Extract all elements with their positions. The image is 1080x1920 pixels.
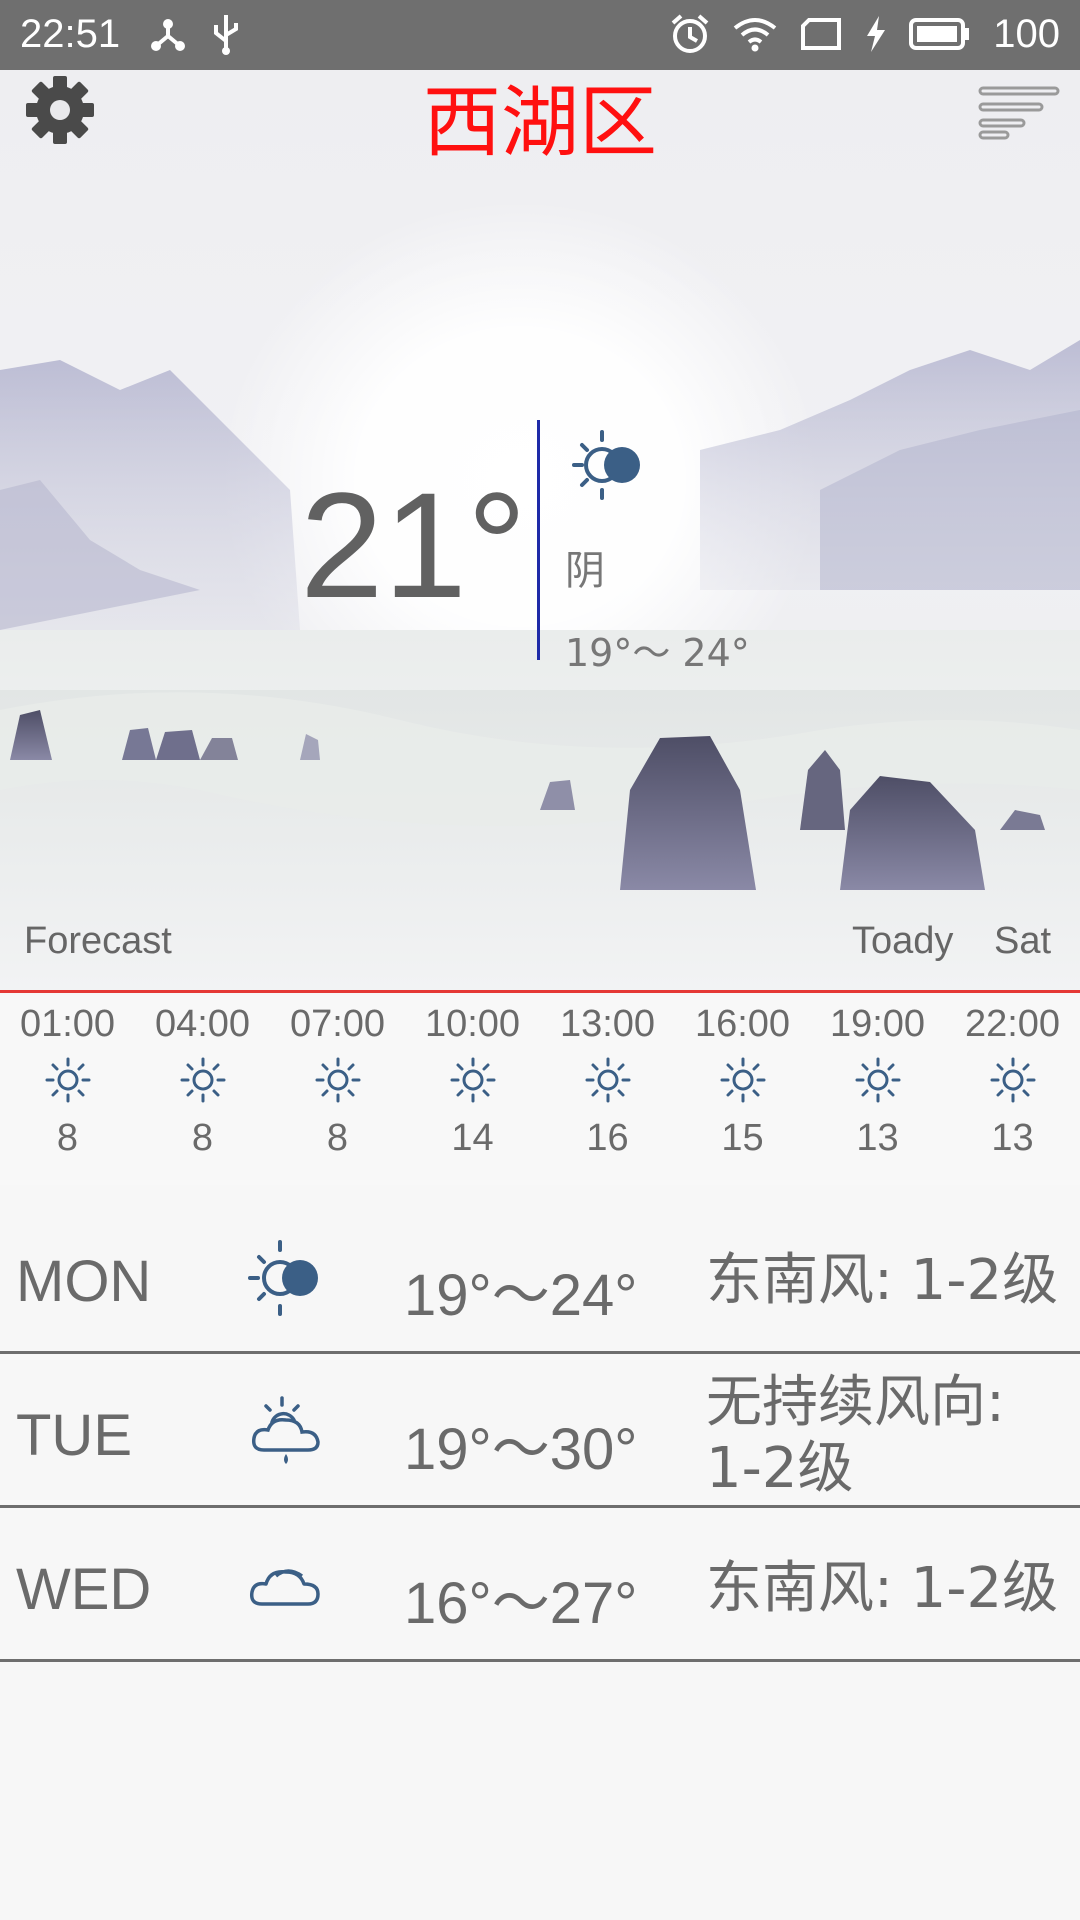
hero-divider	[0, 990, 1080, 993]
sun-icon	[450, 1057, 496, 1103]
sun-cloud-rain-icon	[251, 1396, 320, 1464]
sun-icon	[855, 1057, 901, 1103]
day-wind: 东南风: 1-2级	[706, 1556, 1059, 1621]
hourly-value: 13	[856, 1117, 899, 1159]
hourly-value: 15	[721, 1117, 764, 1159]
hourly-item: 04:00 8	[135, 995, 270, 1185]
battery-icon	[909, 18, 970, 50]
current-divider	[537, 420, 540, 660]
hourly-value: 8	[191, 1117, 214, 1159]
landscape-illustration	[0, 340, 1080, 990]
hourly-value: 8	[56, 1117, 79, 1159]
sun-icon	[990, 1057, 1036, 1103]
hourly-time: 19:00	[829, 1003, 926, 1045]
wifi-icon	[734, 18, 777, 52]
daily-row[interactable]: WED 16°～27° 东南风: 1-2级	[0, 1508, 1080, 1662]
sun-icon	[720, 1057, 766, 1103]
hourly-value: 16	[586, 1117, 629, 1159]
daily-forecast-list: MON 19°～24° 东南风: 1-2级 TUE 19°～30° 无持续风向:…	[0, 1200, 1080, 1662]
hourly-time: 13:00	[559, 1003, 656, 1045]
day-range: 19°～30°	[404, 1417, 638, 1482]
charging-bolt-icon	[867, 16, 886, 52]
battery-percent: 100	[993, 11, 1060, 56]
hourly-item: 07:00 8	[270, 995, 405, 1185]
usb-icon	[214, 15, 238, 55]
menu-lines-icon[interactable]	[978, 86, 1060, 140]
hourly-item: 10:00 14	[405, 995, 540, 1185]
city-title: 西湖区	[422, 78, 657, 168]
hourly-time: 07:00	[289, 1003, 386, 1045]
day-name: WED	[16, 1557, 152, 1622]
sun-icon	[585, 1057, 631, 1103]
current-range: 19°～ 24°	[565, 631, 750, 675]
hourly-item: 13:00 16	[540, 995, 675, 1185]
current-condition: 阴	[565, 548, 605, 594]
daily-row[interactable]: TUE 19°～30° 无持续风向: 1-2级	[0, 1354, 1080, 1508]
hourly-time: 16:00	[694, 1003, 791, 1045]
hourly-value: 13	[991, 1117, 1034, 1159]
day-wind: 东南风: 1-2级	[706, 1248, 1059, 1313]
sun-moon-icon	[248, 1240, 318, 1316]
cloud-icon	[249, 1569, 320, 1606]
day-range: 16°～27°	[404, 1571, 638, 1636]
sat-tab[interactable]: Sat	[994, 920, 1051, 963]
share-network-icon	[151, 19, 185, 51]
sun-icon	[180, 1057, 226, 1103]
hourly-item: 19:00 13	[810, 995, 945, 1185]
alarm-icon	[671, 14, 709, 53]
hourly-value: 8	[326, 1117, 349, 1159]
hourly-time: 01:00	[19, 1003, 116, 1045]
day-wind: 无持续风向: 1-2级	[706, 1370, 1005, 1501]
hourly-time: 22:00	[964, 1003, 1061, 1045]
sun-icon	[315, 1057, 361, 1103]
today-tab[interactable]: Toady	[852, 920, 953, 963]
forecast-label[interactable]: Forecast	[24, 920, 172, 963]
status-time: 22:51	[20, 12, 121, 56]
hourly-item: 01:00 8	[0, 995, 135, 1185]
status-left-icons	[148, 12, 242, 56]
day-name: TUE	[16, 1403, 132, 1468]
hourly-time: 10:00	[424, 1003, 521, 1045]
hourly-item: 22:00 13	[945, 995, 1080, 1185]
hero-background	[0, 70, 1080, 990]
daily-row[interactable]: MON 19°～24° 东南风: 1-2级	[0, 1200, 1080, 1354]
sim-icon	[801, 18, 842, 50]
day-range: 19°～24°	[404, 1263, 638, 1328]
hourly-item: 16:00 15	[675, 995, 810, 1185]
sun-icon	[45, 1057, 91, 1103]
hourly-value: 14	[451, 1117, 494, 1159]
day-name: MON	[16, 1249, 152, 1314]
sun-moon-icon	[572, 430, 640, 500]
status-right-icons: 100	[669, 8, 1060, 60]
current-temperature: 21°	[300, 461, 527, 629]
hourly-forecast: 01:00 8 04:00 8 07:00 8 10:00 14 13:00 1…	[0, 995, 1080, 1185]
status-bar: 22:51 100	[0, 0, 1080, 70]
hourly-time: 04:00	[154, 1003, 251, 1045]
